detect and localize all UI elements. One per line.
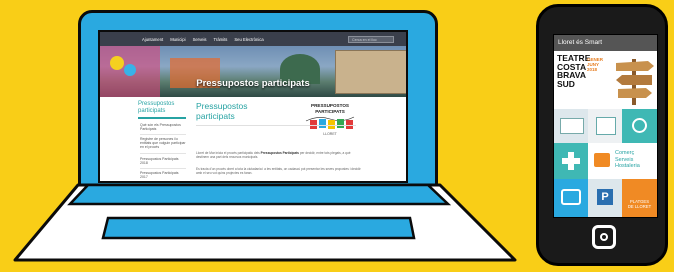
- plus-icon: [562, 152, 580, 170]
- logo-line-1: PRESSUPOSTOS: [311, 103, 349, 108]
- app-title-bar: Lloret és Smart: [554, 35, 657, 51]
- pressupostos-logo: PRESSUPOSTOS PARTICIPATS LLORET: [305, 103, 355, 136]
- nav-link-seu-electronica[interactable]: Seu Electrònica: [234, 37, 263, 42]
- page-content: Pressupostos participats Què són els Pre…: [100, 97, 406, 181]
- tile-services-cross[interactable]: [554, 143, 588, 179]
- nav-link-tramits[interactable]: Tràmits: [214, 37, 228, 42]
- phone-screen: Lloret és Smart TEATRE COSTA BRAVA SUD G…: [553, 34, 658, 218]
- hero-balloon: [110, 56, 124, 70]
- sidebar-title: Pressupostos participats: [138, 101, 175, 114]
- tile-parking[interactable]: P: [588, 179, 622, 217]
- shop-icon: [594, 153, 610, 167]
- tile-news[interactable]: [554, 109, 588, 143]
- tile-platges[interactable]: PLATGES DE LLORET: [622, 179, 657, 217]
- hero-title: Pressupostos participats: [196, 78, 310, 89]
- newspaper-icon: [560, 118, 584, 134]
- body-paragraph-2: Es tracta d'un procés obert a tota la ci…: [196, 167, 361, 175]
- home-button[interactable]: [592, 225, 616, 249]
- home-button-icon: [600, 233, 608, 241]
- page-title: Pressupostos participats: [196, 101, 248, 121]
- tile-comerc-serveis[interactable]: Comerç Serveis Hostaleria: [588, 143, 657, 179]
- nav-link-serveis[interactable]: Serveis: [193, 37, 207, 42]
- tile-transport[interactable]: [554, 179, 588, 217]
- tile-calendar[interactable]: [588, 109, 622, 143]
- sidebar-divider: [138, 117, 186, 119]
- nav-link-ajuntament[interactable]: Ajuntament: [142, 37, 163, 42]
- tile-health[interactable]: [622, 109, 657, 143]
- teatre-line-4: SUD: [557, 78, 575, 89]
- health-icon: [632, 118, 647, 133]
- tile-teatre-costa-brava[interactable]: TEATRE COSTA BRAVA SUD GENER JUNY 2018: [554, 51, 657, 107]
- hostaleria-label: Hostaleria: [615, 163, 640, 169]
- platges-line-2: DE LLORET: [627, 204, 652, 209]
- hero-balloon: [124, 64, 136, 76]
- site-nav-bar: Ajuntament Municipi Serveis Tràmits Seu …: [100, 32, 406, 46]
- sidebar-item-2018[interactable]: Pressupostos Participats 2018: [140, 157, 186, 170]
- sidebar-item-registre[interactable]: Registre de persones i/o entitats que vu…: [140, 137, 186, 154]
- logo-line-3: LLORET: [323, 132, 337, 136]
- nav-link-municipi[interactable]: Municipi: [170, 37, 185, 42]
- sidebar-item-que-son[interactable]: Què són els Pressupostos Participats: [140, 123, 186, 136]
- logo-line-2: PARTICIPATS: [315, 109, 345, 114]
- teatre-date-3: 2018: [587, 67, 598, 72]
- bus-icon: [561, 189, 581, 205]
- calendar-icon: [596, 117, 616, 135]
- parking-icon: P: [597, 189, 613, 205]
- site-search-input[interactable]: Cerca en el lloc: [348, 35, 394, 43]
- laptop-base: [13, 183, 517, 262]
- title-divider: [196, 125, 356, 126]
- nav-links: Ajuntament Municipi Serveis Tràmits Seu …: [142, 37, 264, 42]
- hero-banner: Pressupostos participats: [100, 46, 406, 97]
- bold-phrase: Pressupostos Participats: [260, 151, 299, 155]
- signpost-icon: [616, 59, 654, 105]
- website-display: Ajuntament Municipi Serveis Tràmits Seu …: [98, 30, 408, 183]
- body-paragraph-1: Lloret de Mar inicia el procés participa…: [196, 151, 351, 159]
